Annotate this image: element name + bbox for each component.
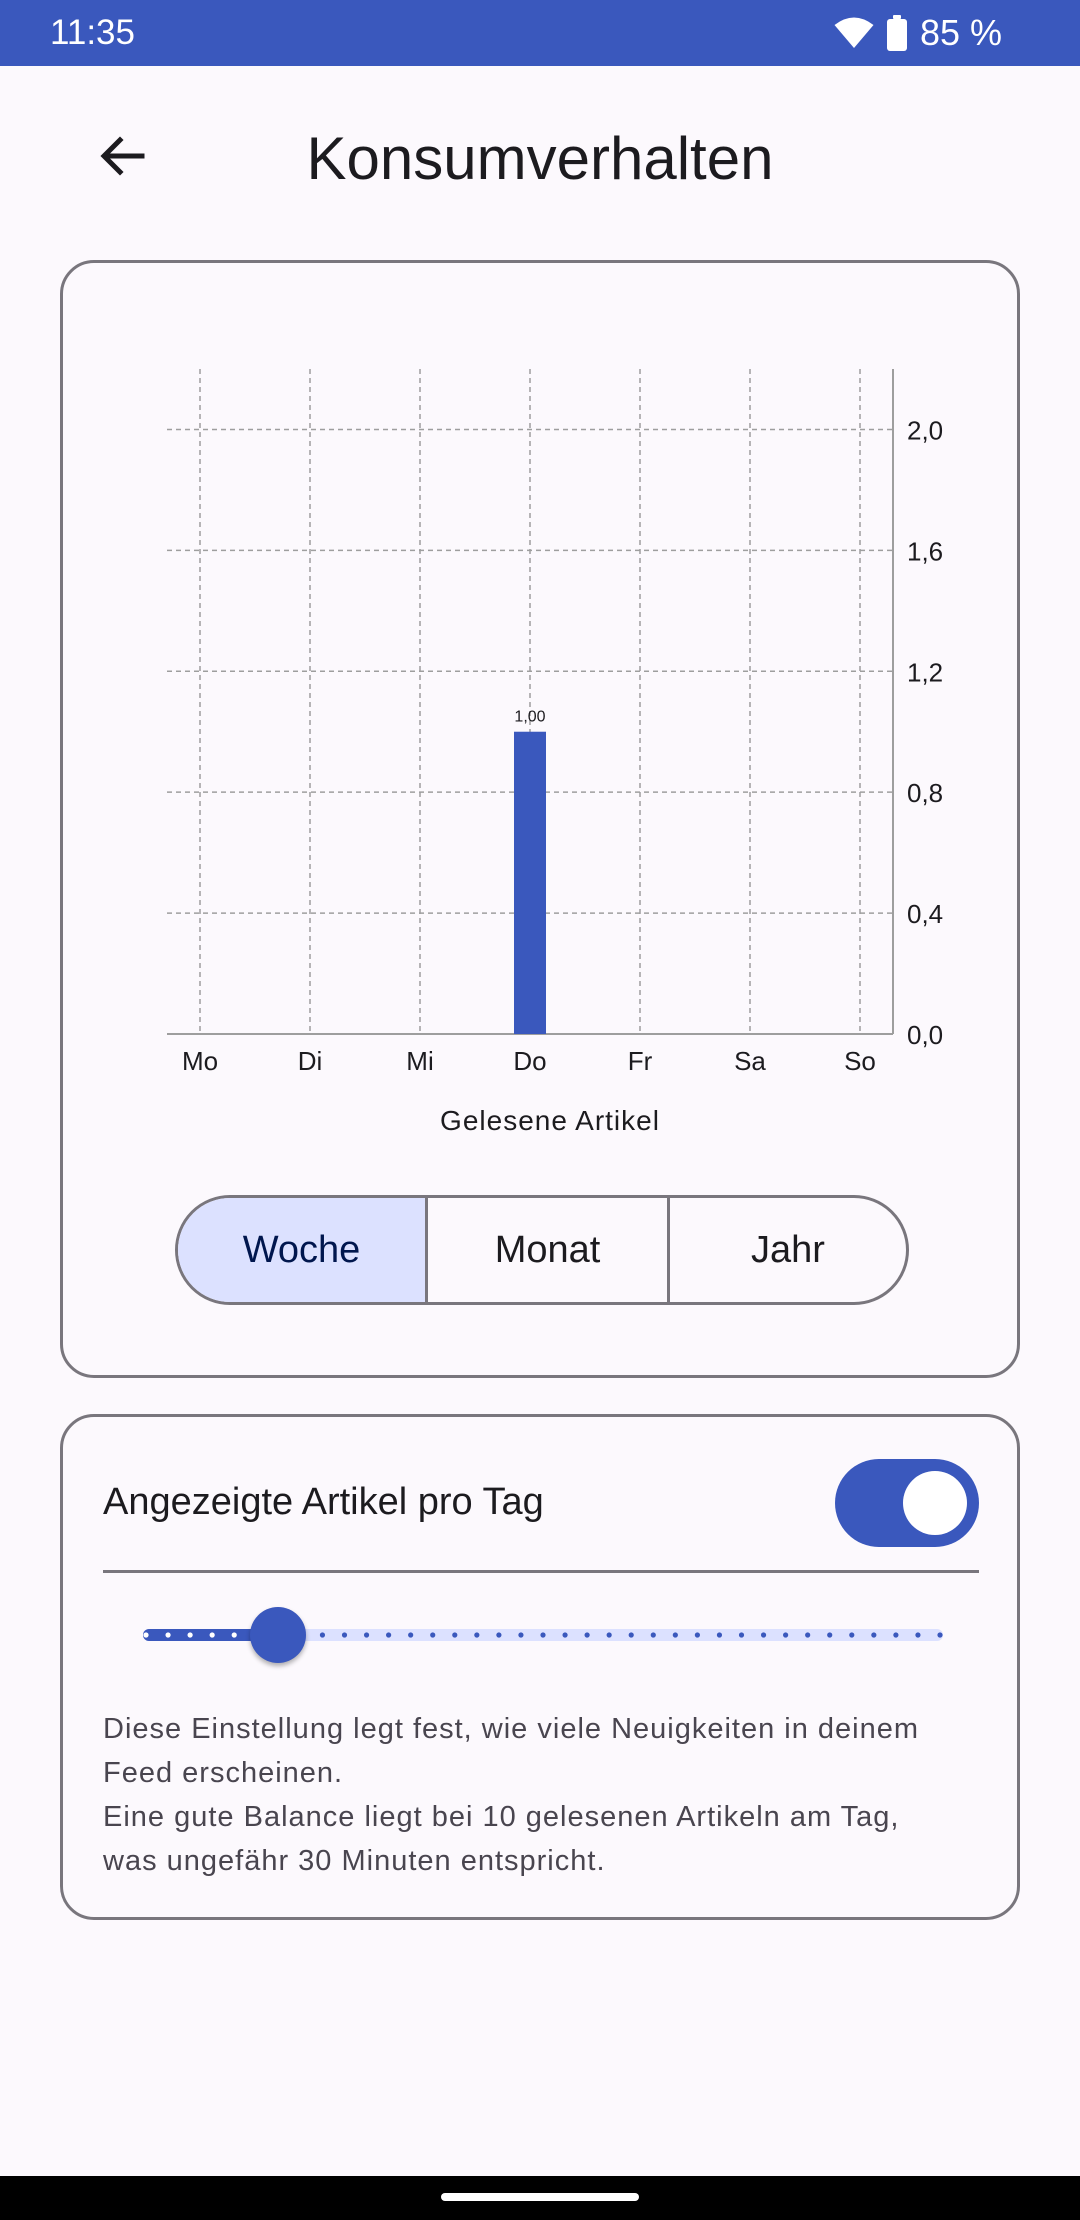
description-line: was ungefähr 30 Minuten entspricht. (103, 1845, 606, 1877)
articles-setting-card: Angezeigte Artikel pro Tag Diese Einstel… (60, 1414, 1020, 1920)
slider-tick (606, 1632, 612, 1638)
x-tick-label: Sa (734, 1046, 766, 1076)
description-line: Diese Einstellung legt fest, wie viele N… (103, 1713, 920, 1745)
slider-tick (783, 1632, 789, 1638)
setting-description: Diese Einstellung legt fest, wie viele N… (103, 1707, 993, 1883)
y-tick-label: 2,0 (907, 415, 943, 445)
segment-week[interactable]: Woche (178, 1198, 425, 1302)
slider-tick (628, 1632, 634, 1638)
status-icons: 85 % (834, 12, 1002, 54)
slider-tick (474, 1632, 480, 1638)
slider-tick (341, 1632, 348, 1638)
segment-year[interactable]: Jahr (667, 1198, 906, 1302)
slider-tick (738, 1632, 745, 1638)
slider-tick (408, 1632, 414, 1638)
slider-tick (165, 1632, 171, 1638)
slider-tick (386, 1632, 392, 1638)
slider-tick (319, 1632, 326, 1638)
slider-tick (672, 1632, 678, 1638)
description-line: Feed erscheinen. (103, 1757, 344, 1789)
status-time: 11:35 (50, 13, 135, 52)
slider-tick (650, 1632, 656, 1638)
app-bar: Konsumverhalten (0, 66, 1080, 246)
battery-icon (886, 15, 908, 51)
slider-tick (452, 1632, 458, 1638)
slider-tick (805, 1632, 811, 1638)
slider-tick (540, 1632, 546, 1638)
slider-tick (915, 1632, 921, 1638)
bar-value-label: 1,00 (514, 709, 545, 726)
bar-chart: 0,0 0,4 0,8 1,2 1,6 2,0 1,00 Mo Di Mi Do Fr Sa So Gele… (167, 369, 943, 1136)
y-tick-label: 0,4 (907, 899, 943, 929)
x-tick-label: Mi (406, 1046, 433, 1076)
x-tick-label: So (844, 1046, 876, 1076)
toggle-thumb (903, 1471, 967, 1535)
battery-percent: 85 % (919, 12, 1002, 53)
slider-tick (694, 1632, 700, 1638)
articles-per-day-slider[interactable] (143, 1605, 943, 1665)
status-bar: 11:35 85 % (0, 0, 1080, 66)
description-line: Eine gute Balance liegt bei 10 gelesenen… (103, 1801, 900, 1833)
slider-tick (760, 1632, 767, 1638)
slider-tick (209, 1632, 215, 1638)
y-tick-label: 1,2 (907, 657, 943, 687)
home-gesture-handle[interactable] (441, 2193, 639, 2201)
x-axis-title: Gelesene Artikel (440, 1105, 660, 1136)
slider-tick (584, 1632, 590, 1638)
articles-per-day-label: Angezeigte Artikel pro Tag (103, 1481, 544, 1523)
segment-month[interactable]: Monat (425, 1198, 667, 1302)
y-tick-label: 0,0 (907, 1020, 943, 1050)
slider-tick (187, 1632, 193, 1638)
divider (103, 1570, 979, 1573)
slider-tick (893, 1632, 899, 1638)
period-selector: Woche Monat Jahr (175, 1195, 909, 1305)
navigation-bar (0, 2176, 1080, 2220)
slider-tick (716, 1632, 723, 1638)
y-tick-label: 0,8 (907, 778, 943, 808)
wifi-icon (834, 16, 874, 50)
slider-tick (231, 1632, 237, 1638)
page-title: Konsumverhalten (306, 125, 774, 192)
y-tick-label: 1,6 (907, 536, 943, 566)
x-tick-label: Do (513, 1046, 546, 1076)
slider-tick (363, 1632, 370, 1638)
consumption-chart-card: 0,0 0,4 0,8 1,2 1,6 2,0 1,00 Mo Di Mi Do Fr Sa So Gele… (60, 260, 1020, 1378)
slider-tick (496, 1632, 502, 1638)
x-tick-label: Mo (182, 1046, 218, 1076)
slider-tick (849, 1632, 855, 1638)
bar-do (514, 731, 546, 1034)
slider-tick (827, 1632, 833, 1638)
slider-tick (562, 1632, 568, 1638)
slider-tick (518, 1632, 524, 1638)
slider-tick (143, 1632, 149, 1638)
slider-thumb[interactable] (250, 1607, 307, 1663)
slider-tick (430, 1632, 436, 1638)
slider-tick (871, 1632, 877, 1638)
x-tick-label: Di (298, 1046, 323, 1076)
x-tick-label: Fr (628, 1046, 653, 1076)
slider-tick (937, 1632, 943, 1638)
articles-per-day-toggle[interactable] (835, 1459, 979, 1547)
